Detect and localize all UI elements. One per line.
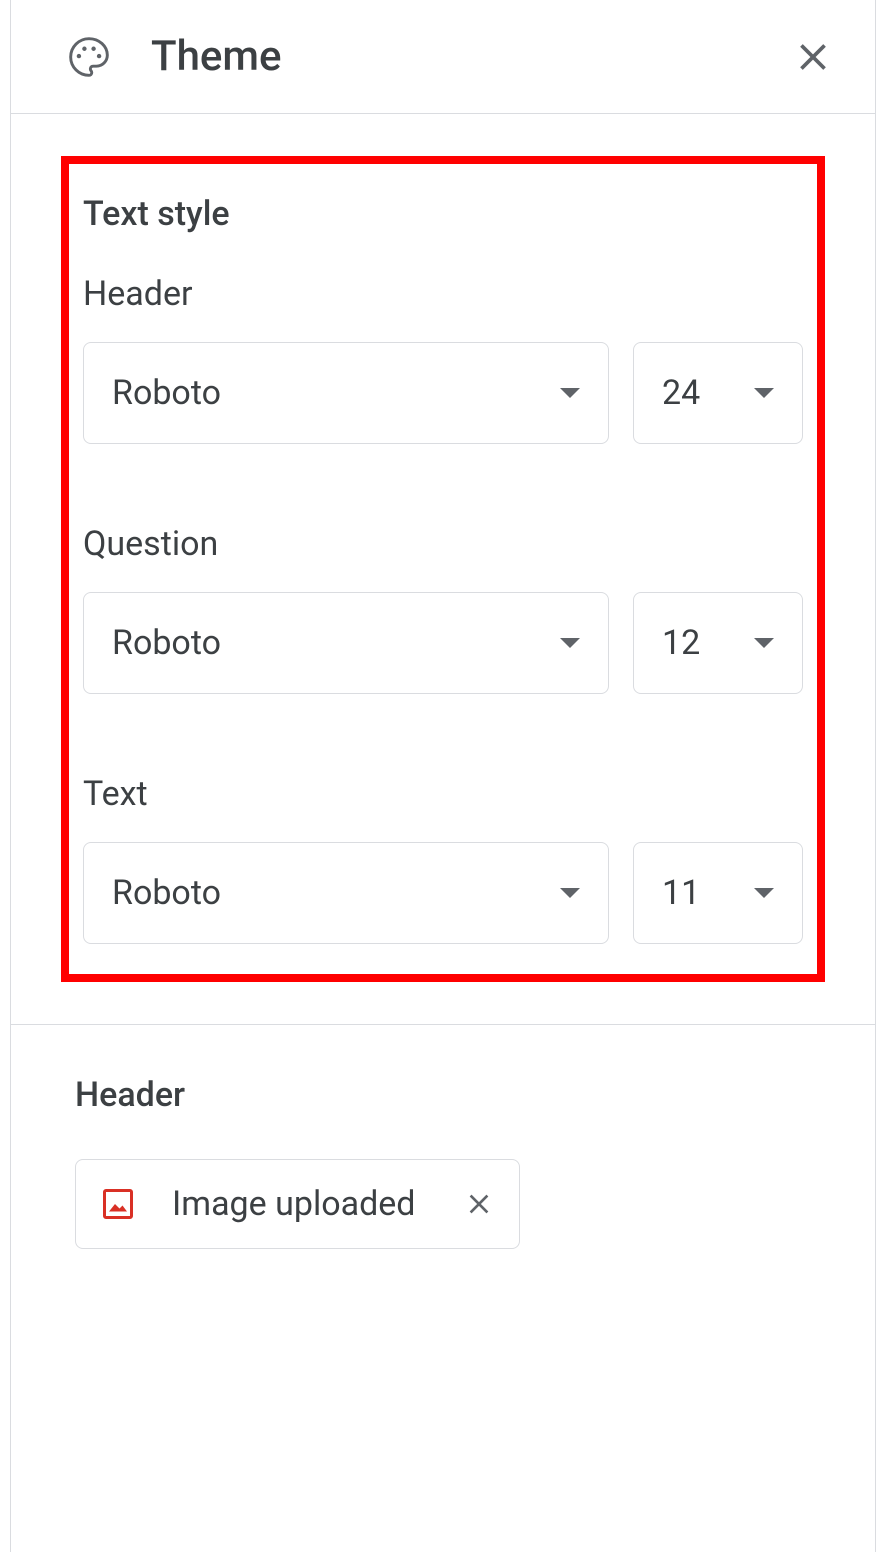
palette-icon [67, 35, 111, 79]
text-font-field: Text Roboto 11 [79, 774, 807, 944]
text-style-section: Text style Header Roboto 24 Question Rob… [61, 156, 825, 982]
question-field-label: Question [83, 524, 803, 564]
image-upload-chip[interactable]: Image uploaded [75, 1159, 520, 1249]
question-size-select[interactable]: 12 [633, 592, 803, 694]
theme-panel: Theme Text style Header Roboto 24 Q [10, 0, 876, 1552]
text-field-label: Text [83, 774, 803, 814]
close-icon [791, 35, 835, 79]
text-style-label: Text style [79, 194, 807, 234]
chevron-down-icon [754, 388, 774, 398]
chevron-down-icon [560, 888, 580, 898]
close-button[interactable] [791, 35, 835, 79]
chevron-down-icon [754, 888, 774, 898]
remove-image-button[interactable] [463, 1188, 495, 1220]
header-image-section: Header Image uploaded [11, 1025, 875, 1249]
header-font-value: Roboto [112, 373, 221, 413]
image-icon [100, 1186, 136, 1222]
question-font-select[interactable]: Roboto [83, 592, 609, 694]
chevron-down-icon [560, 638, 580, 648]
text-select-row: Roboto 11 [83, 842, 803, 944]
header-size-select[interactable]: 24 [633, 342, 803, 444]
question-size-value: 12 [662, 623, 700, 663]
header-font-select[interactable]: Roboto [83, 342, 609, 444]
question-select-row: Roboto 12 [83, 592, 803, 694]
question-font-value: Roboto [112, 623, 221, 663]
close-icon [463, 1188, 495, 1220]
header-select-row: Roboto 24 [83, 342, 803, 444]
text-size-value: 11 [662, 873, 700, 913]
text-font-value: Roboto [112, 873, 221, 913]
header-section-label: Header [75, 1075, 811, 1115]
question-font-field: Question Roboto 12 [79, 524, 807, 694]
header-font-field: Header Roboto 24 [79, 274, 807, 444]
chevron-down-icon [560, 388, 580, 398]
upload-status-text: Image uploaded [172, 1184, 415, 1224]
header-size-value: 24 [662, 373, 700, 413]
text-font-select[interactable]: Roboto [83, 842, 609, 944]
chevron-down-icon [754, 638, 774, 648]
header-field-label: Header [83, 274, 803, 314]
panel-title: Theme [151, 32, 791, 81]
panel-header: Theme [11, 0, 875, 114]
text-size-select[interactable]: 11 [633, 842, 803, 944]
